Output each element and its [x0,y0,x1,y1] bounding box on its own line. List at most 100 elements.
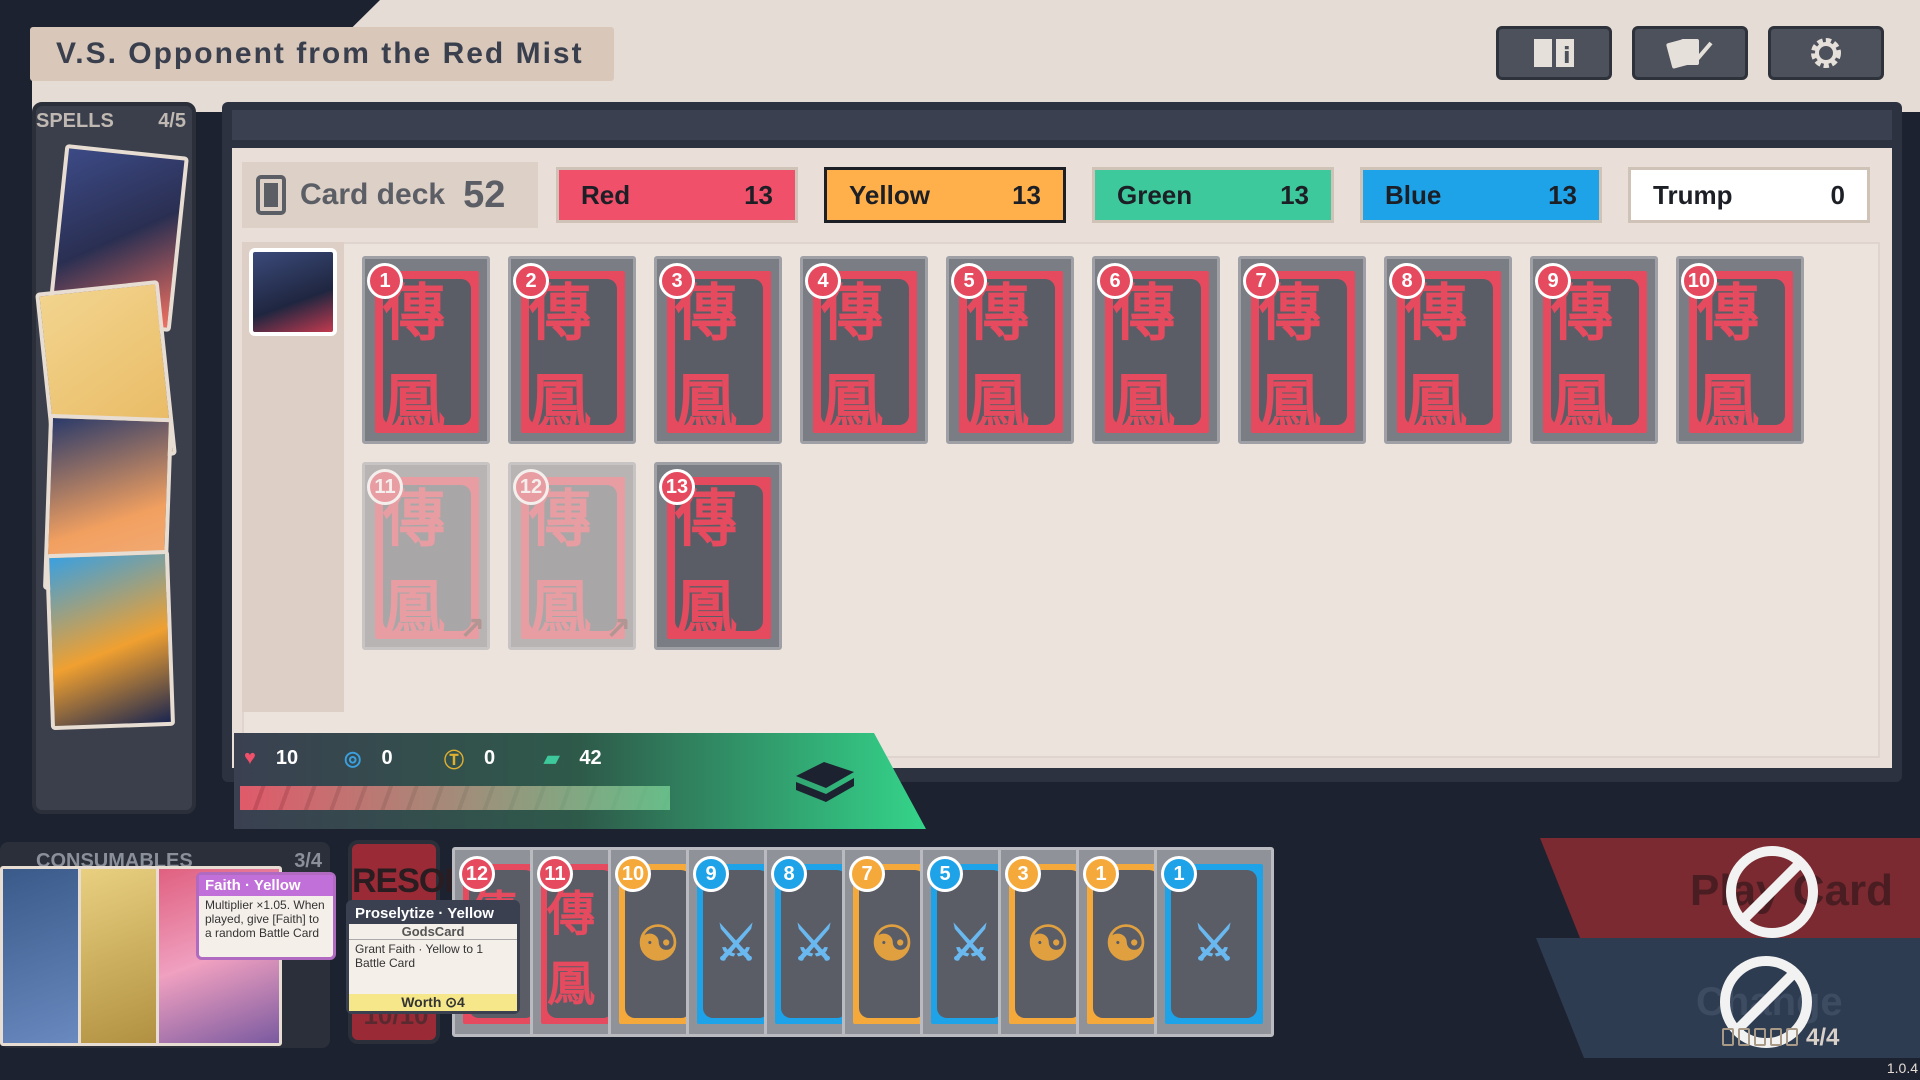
spells-count: 4/5 [158,110,186,132]
sword-icon: ⚔ [1192,918,1236,971]
card-number: 1 [1161,856,1197,892]
suit-count: 13 [1012,179,1041,210]
card-glyph: 傳鳳 [529,482,617,645]
suit-count: 13 [1280,179,1309,210]
bagua-icon: ☯ [1026,918,1070,971]
hand-tooltip-subtitle: GodsCard [349,924,517,940]
deck-card[interactable]: 傳鳳 11 ↗ [362,462,490,650]
card-number: 3 [1005,856,1041,892]
hand-tooltip-worth: Worth ⊙4 [349,994,517,1011]
mini-card-icon [1786,1028,1798,1046]
left-edge [0,0,32,112]
card-number: 4 [805,263,841,299]
deck-card[interactable]: 傳鳳 13 [654,462,782,650]
deck-icon[interactable] [790,752,860,802]
deck-card[interactable]: 傳鳳 12 ↗ [508,462,636,650]
consumable-card[interactable] [78,866,168,1046]
coin-icon: Ⓣ [444,750,464,772]
card-number: 7 [849,856,885,892]
reroll-icon: ↗ [605,611,631,644]
card-number: 2 [513,263,549,299]
deck-card[interactable]: 傳鳳 6 [1092,256,1220,444]
suit-count: 13 [744,179,773,210]
mini-card-icon [1738,1028,1750,1046]
suit-name: Trump [1653,179,1733,210]
deck-card[interactable]: 傳鳳 4 [800,256,928,444]
card-number: 11 [537,856,573,892]
deck-card[interactable]: 傳鳳 9 [1530,256,1658,444]
deck-card[interactable]: 傳鳳 5 [946,256,1074,444]
change-pips [1722,1028,1798,1046]
gold-value: 0 [484,747,496,769]
card-glyph: 傳鳳 [1259,276,1347,439]
card-icon [256,175,286,215]
deck-card[interactable]: 傳鳳 2 [508,256,636,444]
bagua-icon: ☯ [870,918,914,971]
deck-label-text: Card deck [300,178,446,211]
suit-name: Red [581,179,631,210]
sword-icon: ⚔ [948,918,992,971]
card-number: 13 [659,469,695,505]
card-glyph: 傳鳳 [821,276,909,439]
svg-text:i: i [1563,44,1571,69]
consumable-tooltip-title: Faith · Yellow [199,875,333,896]
card-glyph: 傳鳳 [383,482,471,645]
suit-filter-green[interactable]: Green 13 [1092,167,1334,223]
card-glyph: 傳鳳 [1405,276,1493,439]
version-label: 1.0.4 [1886,1060,1918,1076]
deck-panel-topbar [232,110,1892,140]
deck-card[interactable]: 傳鳳 8 [1384,256,1512,444]
mini-card-icon [1722,1028,1734,1046]
book-info-icon: i [1534,39,1574,69]
hp-bar [240,786,670,810]
opponent-avatar[interactable] [249,248,337,336]
deck-card[interactable]: 傳鳳 10 [1676,256,1804,444]
hand-tooltip-body: Grant Faith · Yellow to 1 Battle Card [355,942,484,970]
suit-name: Yellow [849,179,930,210]
card-glyph: 傳鳳 [1697,276,1785,439]
consumable-card[interactable] [0,866,90,1046]
suit-filter-yellow[interactable]: Yellow 13 [824,167,1066,223]
card-number: 12 [513,469,549,505]
reroll-icon: ↗ [459,611,485,644]
card-number: 7 [1243,263,1279,299]
mini-card-icon [1770,1028,1782,1046]
suit-filter-trump[interactable]: Trump 0 [1628,167,1870,223]
consumable-tooltip-body: Multiplier ×1.05. When played, give [Fai… [205,898,325,940]
mini-card-icon [1754,1028,1766,1046]
consumable-tooltip: Faith · Yellow Multiplier ×1.05. When pl… [196,872,336,960]
page-title: V.S. Opponent from the Red Mist [30,27,614,81]
cards-check-icon [1666,39,1713,69]
status-values: ♥ 10 ◎ 0 Ⓣ 0 ▰ 42 [244,744,644,773]
deck-card[interactable]: 傳鳳 3 [654,256,782,444]
heart-icon: ♥ [244,747,256,769]
card-glyph: 傳鳳 [547,886,596,1012]
shield-icon: ◎ [344,748,362,770]
suit-filter-blue[interactable]: Blue 13 [1360,167,1602,223]
card-glyph: 傳鳳 [1551,276,1639,439]
card-glyph: 傳鳳 [675,276,763,439]
deck-card[interactable]: 傳鳳 7 [1238,256,1366,444]
card-glyph: 傳鳳 [383,276,471,439]
settings-button[interactable] [1768,26,1884,80]
spell-card[interactable] [44,549,176,731]
card-number: 10 [1681,263,1717,299]
consumables-count: 3/4 [294,850,322,872]
card-glyph: 傳鳳 [675,482,763,645]
hp-value: 10 [275,747,299,769]
card-glyph: 傳鳳 [529,276,617,439]
collection-button[interactable] [1632,26,1748,80]
hand-tooltip-title: Proselytize · Yellow [349,903,517,924]
card-number: 1 [367,263,403,299]
suit-name: Green [1117,179,1193,210]
book-info-button[interactable]: i [1496,26,1612,80]
suit-filter-red[interactable]: Red 13 [556,167,798,223]
card-glyph: 傳鳳 [967,276,1055,439]
deck-card[interactable]: 傳鳳 1 [362,256,490,444]
suit-count: 0 [1830,179,1845,210]
card-number: 5 [927,856,963,892]
sword-icon: ⚔ [792,918,836,971]
card-number: 9 [1535,263,1571,299]
hand-card[interactable]: ⚔ 1 [1154,847,1274,1037]
cards-value: 42 [579,747,602,769]
